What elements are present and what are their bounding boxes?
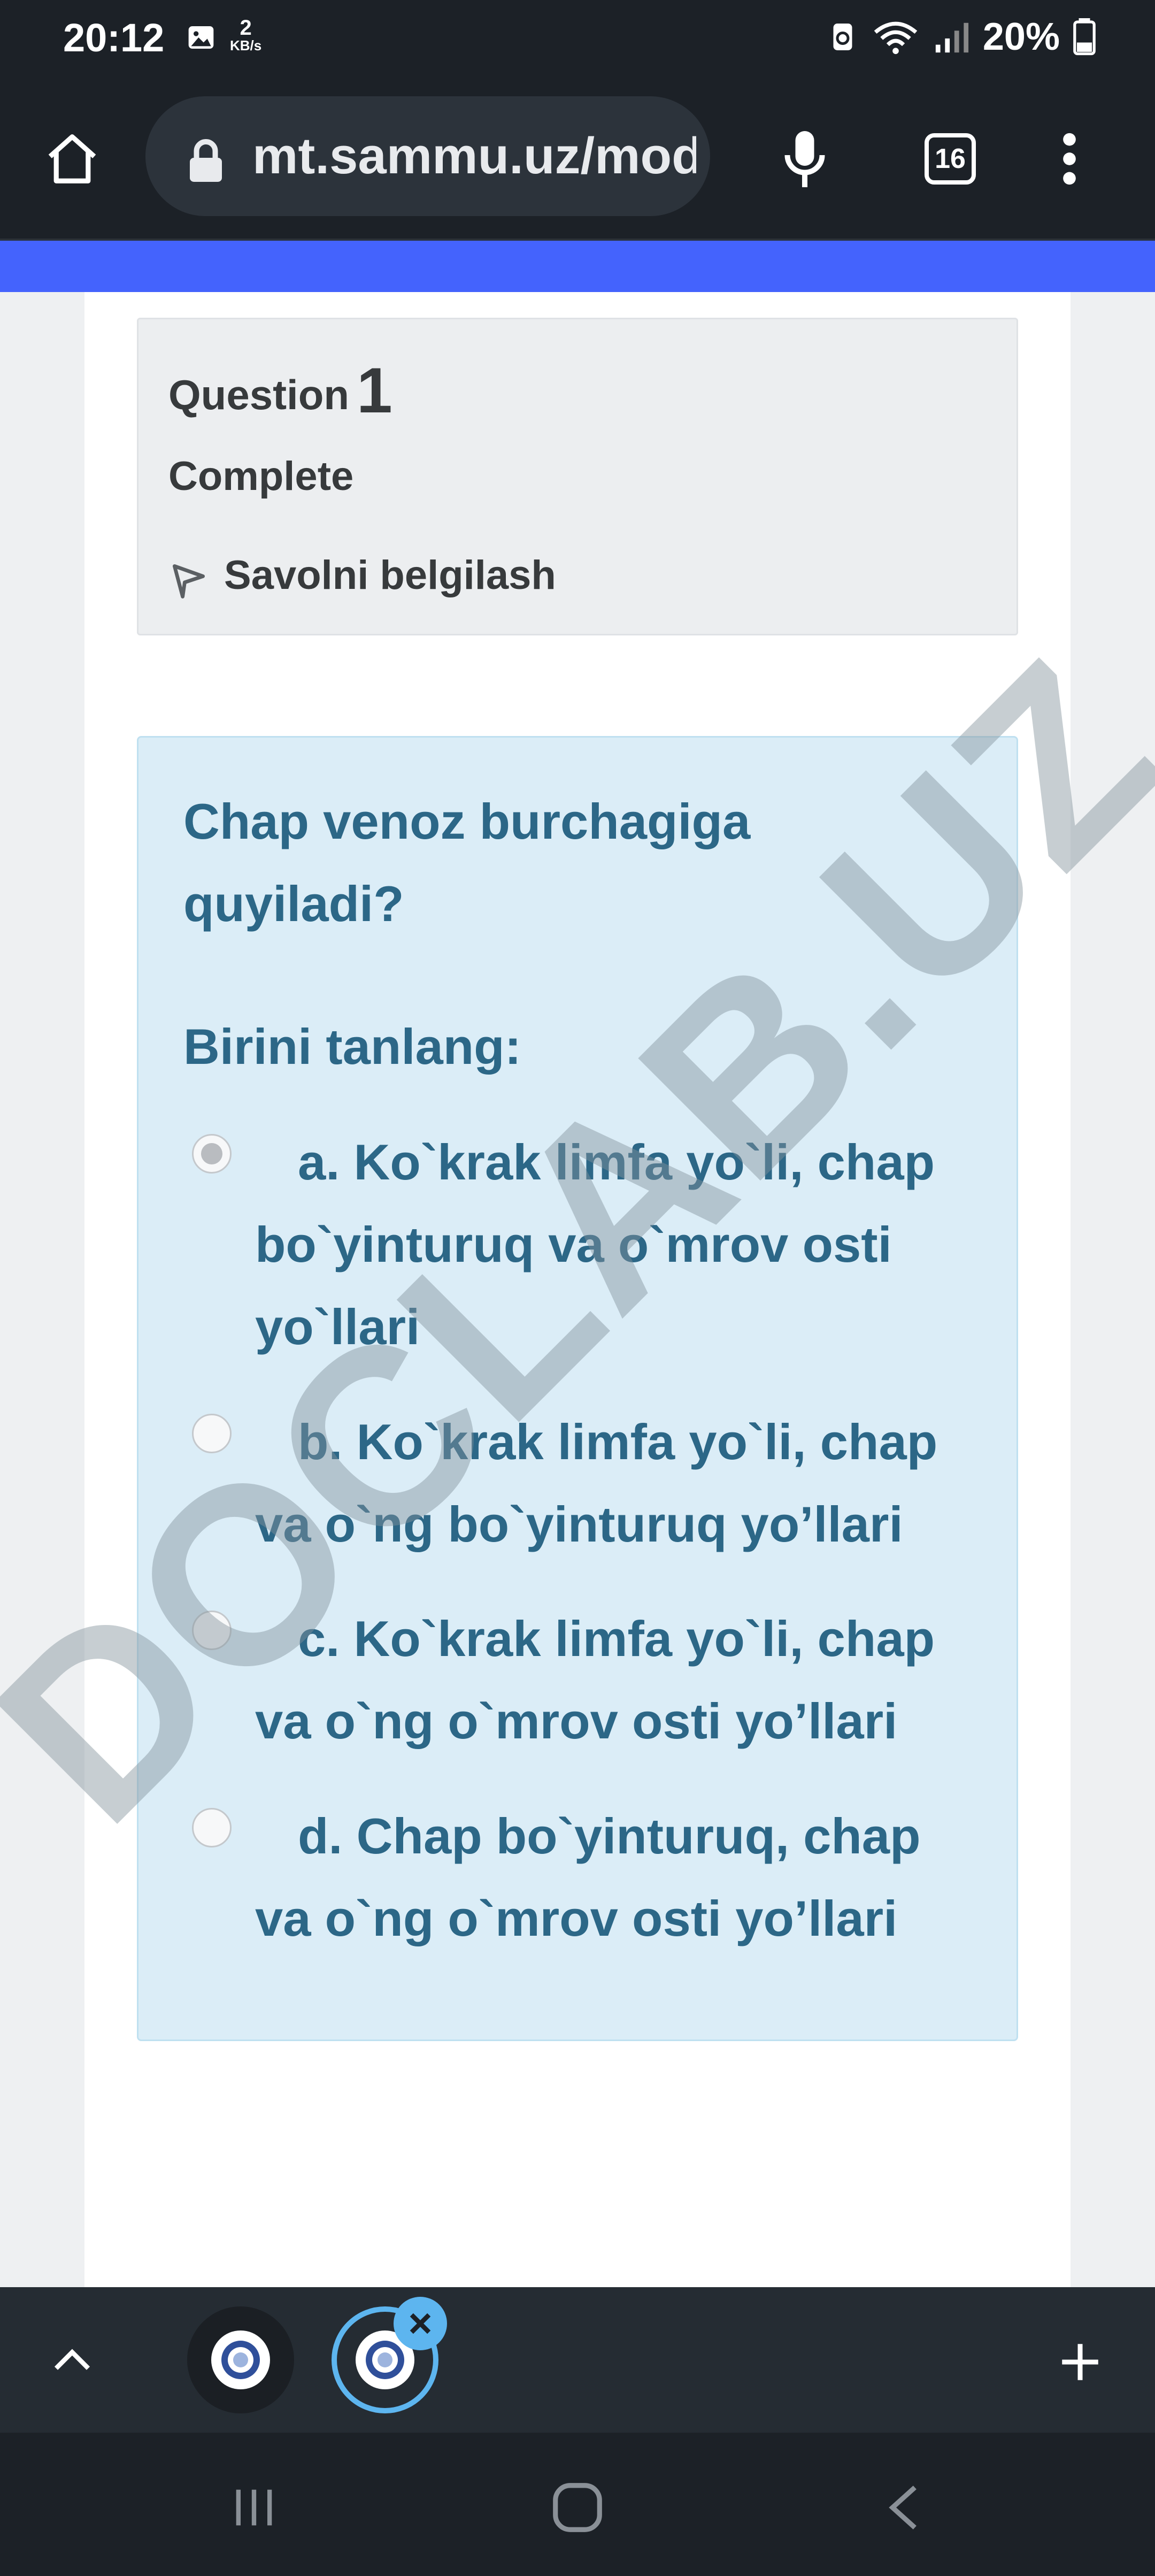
status-icons: 20%: [827, 15, 1096, 59]
gallery-notification-icon: [188, 26, 214, 49]
voice-search-button[interactable]: [770, 123, 840, 198]
battery-icon: [1073, 18, 1096, 56]
close-icon: [410, 2313, 431, 2334]
browser-toolbar: mt.sammu.uz/mod/quiz 16: [0, 80, 1155, 241]
university-logo-icon: [221, 2341, 260, 2379]
home-nav-button[interactable]: [540, 2470, 615, 2545]
question-info-card: Question 1 Complete Savolni belgilash: [137, 318, 1018, 635]
site-header-strip: [0, 241, 1155, 292]
home-button[interactable]: [37, 124, 107, 194]
wifi-icon: [874, 21, 918, 55]
battery-percent: 20%: [982, 16, 1060, 58]
close-tab-button[interactable]: [394, 2297, 447, 2350]
home-nav-icon: [553, 2483, 602, 2532]
university-logo-icon: [366, 2341, 404, 2379]
bottom-tab-strip: [0, 2287, 1155, 2433]
plus-icon: [1062, 2344, 1098, 2380]
new-tab-button[interactable]: [1048, 2330, 1112, 2394]
question-number: Question 1: [168, 355, 392, 426]
site-favicon: [211, 2330, 270, 2389]
recents-button[interactable]: [217, 2470, 291, 2545]
data-saver-icon: [833, 24, 852, 50]
system-navigation-bar: [0, 2433, 1155, 2576]
tabs-icon: 16: [925, 133, 976, 185]
expand-tabs-button[interactable]: [43, 2330, 102, 2389]
flag-icon: [172, 564, 205, 599]
tab-thumbnail[interactable]: [187, 2306, 294, 2413]
status-bar: 20:12 2 KB/s 20%: [0, 0, 1155, 80]
lock-icon: [190, 139, 222, 182]
tab-switcher-button[interactable]: 16: [915, 124, 985, 194]
menu-icon: [1063, 133, 1076, 185]
recents-icon: [236, 2489, 272, 2526]
address-bar[interactable]: mt.sammu.uz/mod/quiz: [145, 96, 710, 216]
back-icon: [889, 2486, 917, 2529]
url-text: mt.sammu.uz/mod/quiz: [252, 127, 696, 185]
home-icon: [48, 134, 96, 183]
question-status: Complete: [168, 454, 354, 499]
answer-prompt: Birini tanlang:: [183, 1018, 521, 1075]
status-time: 20:12: [63, 16, 165, 60]
signal-icon: [935, 22, 968, 53]
option-label: d. Chap bo`yinturuq, chap va o`ng o`mrov…: [255, 1808, 921, 1946]
back-button[interactable]: [866, 2470, 941, 2545]
menu-button[interactable]: [1043, 124, 1096, 194]
flag-question-label: Savolni belgilash: [224, 552, 556, 598]
radio-option-a[interactable]: [192, 1134, 232, 1174]
chevron-up-icon: [54, 2349, 90, 2370]
flag-question-link[interactable]: Savolni belgilash: [168, 549, 556, 601]
network-speed: 2 KB/s: [230, 16, 262, 53]
answer-option-d[interactable]: d. Chap bo`yinturuq, chap va o`ng o`mrov…: [192, 1795, 961, 1960]
mic-icon: [784, 131, 825, 187]
